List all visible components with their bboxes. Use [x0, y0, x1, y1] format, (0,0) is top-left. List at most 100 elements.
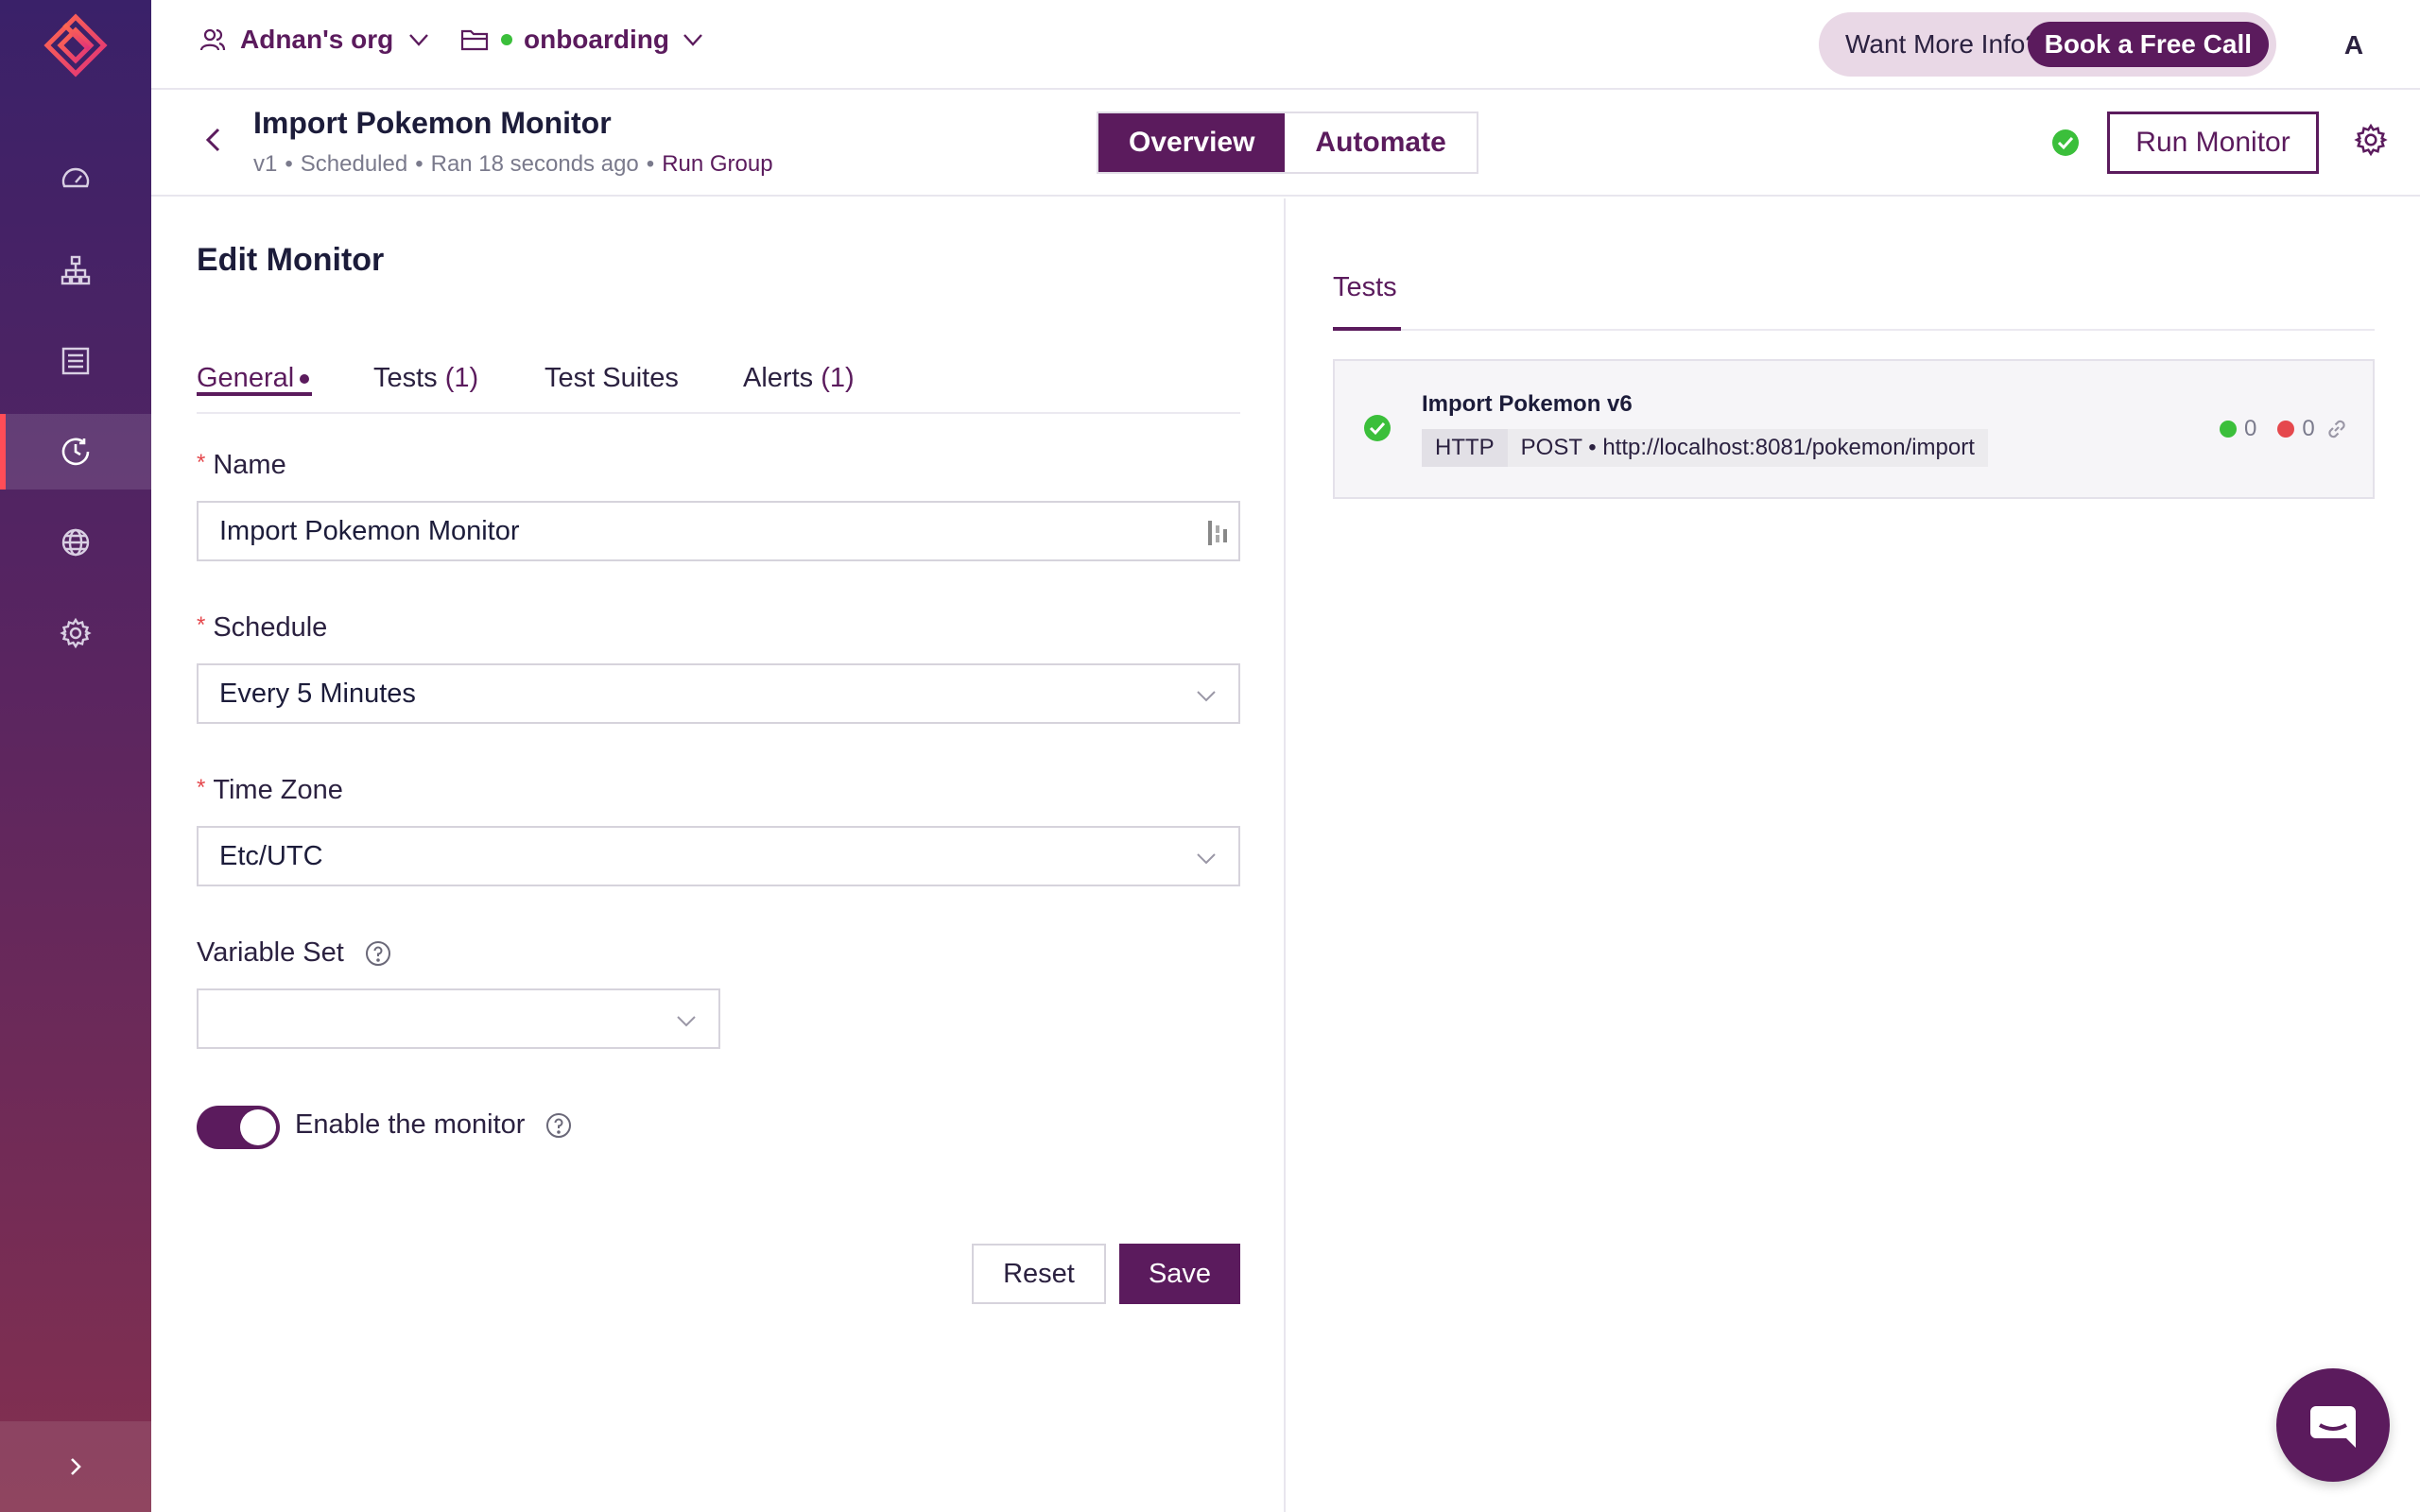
pass-count: 0 — [2244, 416, 2257, 441]
monitor-meta: v1 • Scheduled • Ran 18 seconds ago • Ru… — [253, 151, 773, 178]
test-result-counts: 0 0 — [2220, 416, 2315, 442]
monitor-status: Scheduled — [300, 151, 408, 177]
enable-monitor-label-text: Enable the monitor — [295, 1109, 526, 1140]
tab-tests-label: Tests — [373, 363, 438, 393]
hierarchy-icon — [60, 255, 91, 285]
test-request: HTTP POST • http://localhost:8081/pokemo… — [1422, 429, 1988, 467]
schedule-label-text: Schedule — [213, 612, 328, 643]
variable-set-label-text: Variable Set — [197, 937, 344, 968]
promo-text: Want More Info? — [1845, 29, 2040, 59]
schedule-label: * Schedule — [197, 612, 327, 644]
test-card[interactable]: Import Pokemon v6 HTTP POST • http://loc… — [1333, 359, 2375, 499]
tab-alerts[interactable]: Alerts (1) — [743, 363, 855, 394]
toggle-knob — [240, 1109, 276, 1145]
project-status-dot — [501, 34, 512, 45]
meta-separator: • — [646, 151, 655, 177]
tab-overview[interactable]: Overview — [1098, 113, 1286, 172]
project-switcher[interactable]: onboarding — [459, 25, 705, 55]
timezone-label: * Time Zone — [197, 775, 343, 806]
run-group-link[interactable]: Run Group — [662, 151, 772, 178]
sidebar-expand-button[interactable] — [0, 1421, 151, 1512]
meta-separator: • — [285, 151, 293, 177]
help-icon[interactable] — [545, 1112, 572, 1139]
users-icon — [199, 28, 226, 51]
promo-banner: Want More Info? Book a Free Call — [1819, 12, 2276, 77]
sidebar-item-collections[interactable] — [0, 323, 151, 399]
app-logo[interactable] — [38, 11, 113, 83]
book-call-button[interactable]: Book a Free Call — [2027, 22, 2269, 67]
sidebar-item-hierarchy[interactable] — [0, 232, 151, 308]
tab-tests-panel[interactable]: Tests — [1333, 272, 1397, 303]
required-marker: * — [197, 612, 206, 638]
chevron-down-icon — [683, 34, 702, 46]
sidebar-item-settings[interactable] — [0, 595, 151, 671]
chevron-down-icon — [1197, 691, 1216, 702]
chevron-right-icon — [71, 1458, 81, 1475]
active-tab-underline — [197, 392, 312, 396]
chevron-down-icon — [409, 34, 429, 46]
save-button[interactable]: Save — [1119, 1244, 1240, 1304]
meta-separator: • — [415, 151, 424, 177]
timezone-label-text: Time Zone — [213, 775, 343, 805]
tab-test-suites[interactable]: Test Suites — [544, 363, 679, 394]
enable-monitor-toggle[interactable] — [197, 1106, 280, 1149]
dashboard-icon — [61, 167, 90, 188]
active-tab-underline — [1333, 327, 1401, 331]
reset-button[interactable]: Reset — [972, 1244, 1106, 1304]
help-icon[interactable] — [365, 940, 391, 967]
clock-icon — [61, 438, 90, 466]
tab-general[interactable]: General — [197, 363, 312, 396]
monitor-version: v1 — [253, 151, 278, 177]
tab-test-suites-label: Test Suites — [544, 363, 679, 393]
run-monitor-button[interactable]: Run Monitor — [2107, 112, 2319, 174]
chat-icon — [2310, 1406, 2356, 1448]
chat-launcher-button[interactable] — [2276, 1368, 2390, 1482]
org-name: Adnan's org — [240, 25, 394, 54]
org-switcher[interactable]: Adnan's org — [199, 25, 431, 55]
sidebar-item-dashboard[interactable] — [0, 142, 151, 217]
chevron-down-icon — [677, 1016, 696, 1027]
user-avatar[interactable]: A — [2333, 25, 2375, 66]
fail-count: 0 — [2302, 416, 2315, 441]
name-input[interactable]: Import Pokemon Monitor — [197, 501, 1240, 561]
chevron-down-icon — [1197, 853, 1216, 865]
password-manager-icon[interactable] — [1206, 518, 1229, 548]
protocol-badge: HTTP — [1422, 429, 1508, 467]
name-input-value: Import Pokemon Monitor — [219, 515, 520, 546]
monitor-title: Import Pokemon Monitor — [253, 106, 612, 140]
success-check-icon — [2052, 129, 2079, 156]
success-check-icon — [1364, 415, 1391, 441]
tab-tests-count: (1) — [444, 363, 479, 393]
schedule-select[interactable]: Every 5 Minutes — [197, 663, 1240, 724]
request-url: POST • http://localhost:8081/pokemon/imp… — [1507, 429, 1988, 467]
timezone-value: Etc/UTC — [219, 840, 323, 871]
pass-dot — [2220, 421, 2237, 438]
tab-tests[interactable]: Tests (1) — [373, 363, 478, 394]
schedule-value: Every 5 Minutes — [219, 678, 416, 709]
variable-set-select[interactable] — [197, 988, 720, 1049]
tab-alerts-label: Alerts — [743, 363, 814, 393]
tab-automate[interactable]: Automate — [1285, 113, 1477, 172]
monitor-last-run: Ran 18 seconds ago — [430, 151, 639, 177]
edit-monitor-title: Edit Monitor — [197, 242, 385, 278]
timezone-select[interactable]: Etc/UTC — [197, 826, 1240, 886]
sidebar-item-monitors[interactable] — [0, 414, 151, 490]
name-label-text: Name — [213, 450, 286, 480]
project-name: onboarding — [524, 25, 669, 54]
folder-icon — [460, 29, 489, 51]
sidebar — [0, 0, 151, 1512]
link-icon[interactable] — [2324, 416, 2350, 442]
required-marker: * — [197, 450, 206, 475]
tests-panel: Tests Import Pokemon v6 HTTP POST • http… — [1288, 198, 2420, 1512]
name-label: * Name — [197, 450, 286, 481]
tab-alerts-count: (1) — [821, 363, 855, 393]
sidebar-item-environments[interactable] — [0, 505, 151, 580]
required-marker: * — [197, 775, 206, 800]
edit-tabs: General Tests (1) Test Suites Alerts (1) — [197, 350, 1240, 414]
fail-dot — [2277, 421, 2295, 438]
gear-icon[interactable] — [2354, 123, 2388, 157]
back-arrow-icon[interactable] — [199, 125, 229, 155]
globe-icon — [61, 528, 90, 557]
gear-icon — [60, 617, 92, 649]
test-name: Import Pokemon v6 — [1422, 391, 1633, 417]
